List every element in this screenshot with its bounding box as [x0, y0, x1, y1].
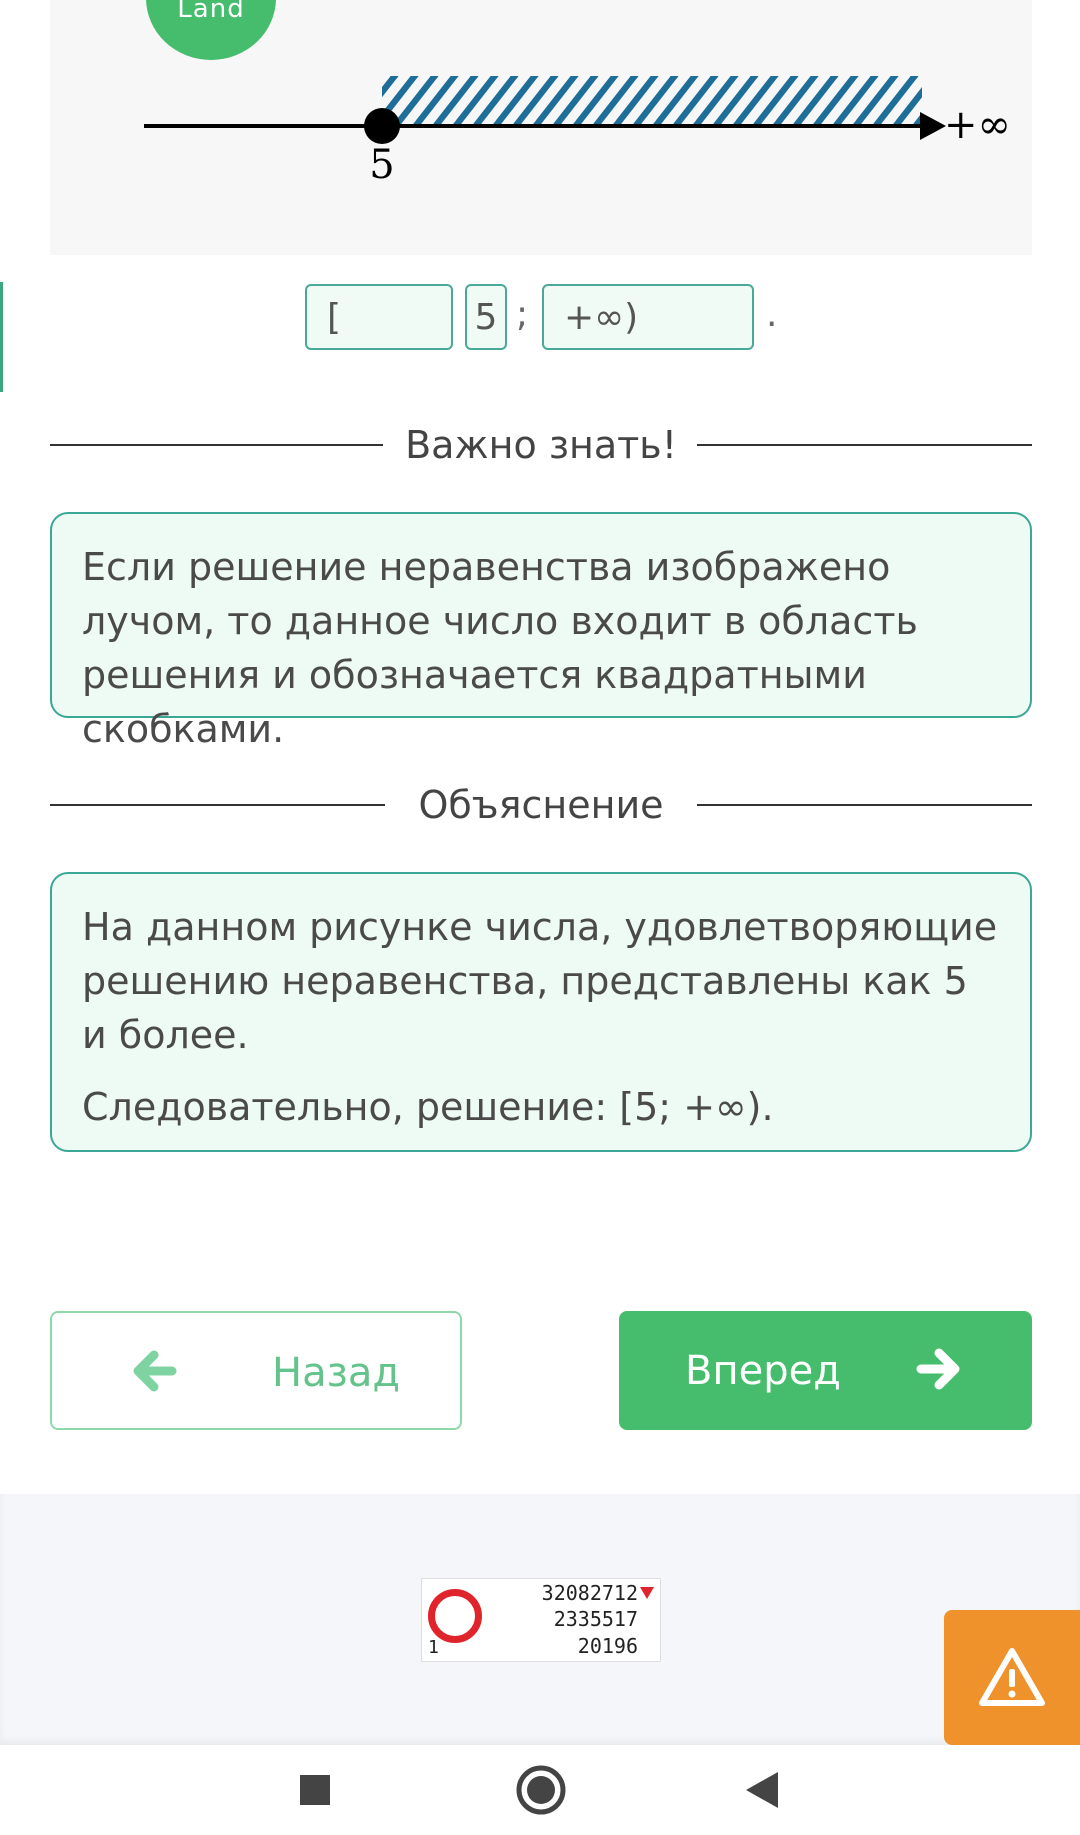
next-button[interactable]: Вперед [619, 1311, 1032, 1430]
page: 5 +∞ Land [ 5 ; +∞) . Важно знать! Если … [0, 0, 1080, 1835]
bracket-input[interactable]: [ [305, 284, 453, 350]
triangle-left-icon [746, 1772, 778, 1808]
point-label: 5 [369, 142, 394, 188]
explanation-box: На данном рисунке числа, удовлетворяющие… [50, 872, 1032, 1152]
closed-point [364, 108, 400, 144]
value-text: 5 [474, 296, 498, 338]
explanation-heading: Объяснение [50, 780, 1032, 830]
back-system-button[interactable] [740, 1745, 784, 1835]
square-icon [300, 1775, 330, 1805]
system-nav-bar [0, 1745, 1080, 1835]
period: . [766, 294, 778, 335]
next-label: Вперед [685, 1347, 841, 1394]
answer-row: [ 5 ; +∞) . [0, 284, 1080, 350]
axis-arrow [920, 112, 946, 140]
explanation-paragraph-1: На данном рисунке числа, удовлетворяющие… [82, 905, 998, 1057]
counter-line-3: 20196 [577, 1634, 638, 1658]
important-box: Если решение неравенства изображено лучо… [50, 512, 1032, 751]
back-button[interactable]: Назад [50, 1311, 462, 1430]
semicolon: ; [516, 294, 529, 335]
divider-right [697, 444, 1032, 446]
infinity-label: +∞ [944, 102, 1011, 148]
counter-down-icon [640, 1587, 654, 1599]
important-title: Важно знать! [383, 423, 699, 467]
divider-right [697, 804, 1032, 806]
important-heading: Важно знать! [50, 420, 1032, 470]
upper-bound-input[interactable]: +∞) [542, 284, 754, 350]
divider-left [50, 804, 385, 806]
arrow-right-icon [916, 1348, 960, 1390]
counter-index: 1 [428, 1637, 439, 1658]
visit-counter[interactable]: 1 32082712 2335517 20196 [421, 1578, 661, 1662]
logo-text: Land [177, 0, 245, 24]
value-input[interactable]: 5 [465, 284, 507, 350]
upper-bound-value: +∞) [564, 296, 639, 338]
bracket-value: [ [327, 296, 342, 338]
home-button[interactable] [514, 1745, 568, 1835]
counter-line-2: 2335517 [553, 1607, 638, 1631]
arrow-left-icon [133, 1350, 177, 1392]
number-line-panel: 5 +∞ Land [50, 0, 1032, 255]
recents-button[interactable] [290, 1745, 340, 1835]
warning-icon [979, 1647, 1045, 1706]
circle-icon [516, 1765, 566, 1815]
important-text: Если решение неравенства изображено лучо… [82, 545, 918, 751]
explanation-paragraph-2: Следовательно, решение: [5; +∞). [82, 1085, 774, 1129]
explanation-title: Объяснение [396, 783, 686, 827]
report-problem-button[interactable] [944, 1610, 1080, 1745]
solution-hatch [382, 76, 922, 124]
counter-line-1: 32082712 [541, 1581, 638, 1605]
back-label: Назад [272, 1349, 401, 1396]
divider-left [50, 444, 385, 446]
counter-logo-icon [428, 1589, 482, 1643]
